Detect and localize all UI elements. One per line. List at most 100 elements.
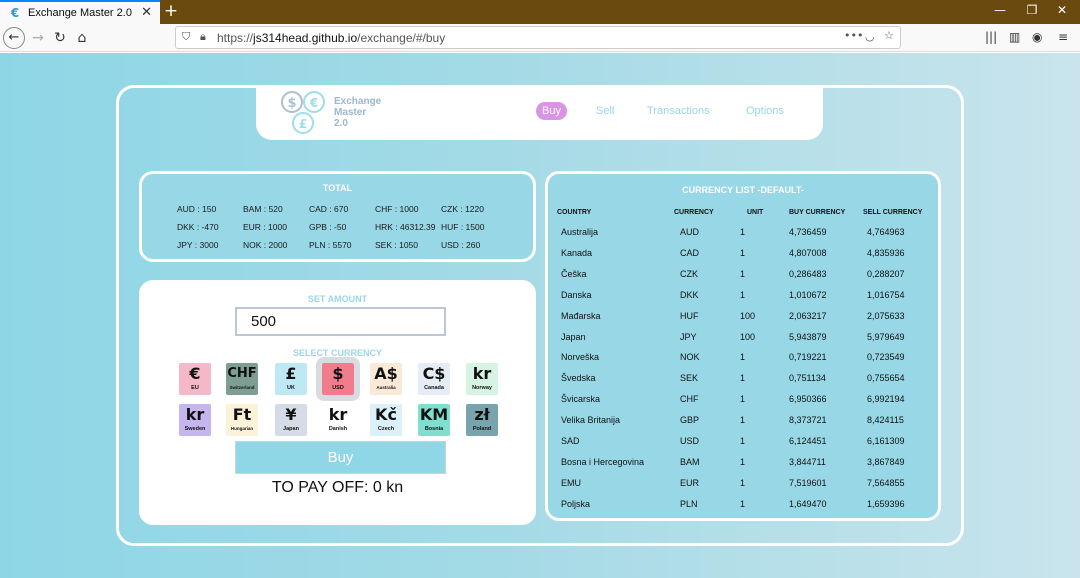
home-icon[interactable]: ⌂	[71, 27, 93, 49]
back-arrow-icon[interactable]: ←	[3, 27, 25, 49]
total-panel: TOTAL AUD : 150 BAM : 520 CAD : 670 CHF : 1…	[139, 171, 536, 262]
currency-option-switzerland[interactable]: CHF Switzerland	[226, 363, 258, 395]
library-icon[interactable]: |||	[985, 30, 997, 44]
table-cell: Poljska	[561, 498, 591, 509]
close-window-icon[interactable]: ✕	[1050, 3, 1074, 17]
sidebar-icon[interactable]: ▥	[1009, 30, 1020, 44]
table-cell: CAD	[680, 247, 700, 258]
menu-icon[interactable]: ≡	[1058, 30, 1068, 44]
table-cell: EUR	[680, 477, 700, 488]
nav-options[interactable]: Options	[746, 105, 784, 117]
currency-symbol: kr	[185, 405, 205, 424]
table-cell: 1	[740, 498, 746, 509]
table-cell: 8,424115	[867, 415, 904, 426]
table-cell: 6,161309	[867, 436, 905, 446]
currency-option-uk[interactable]: £ UK	[275, 363, 307, 395]
currency-name: Hungarian	[230, 426, 254, 431]
table-cell: Bosna i Hercegovina	[561, 456, 645, 467]
amount-input[interactable]: 500	[235, 307, 446, 336]
table-cell: 1	[740, 268, 746, 279]
currency-option-danish[interactable]: kr Danish	[322, 404, 354, 436]
table-cell: 0,286483	[789, 268, 827, 279]
total-balance-cell: HUF : 1500	[441, 222, 485, 232]
table-cell: Velika Britanija	[561, 415, 621, 426]
url-text[interactable]: https://js314head.github.io/exchange/#/b…	[217, 31, 445, 45]
table-cell: 6,124451	[789, 436, 827, 446]
table-cell: NOK	[680, 352, 700, 363]
currency-option-japan[interactable]: ¥ Japan	[275, 404, 307, 436]
currency-name: Sweden	[184, 426, 206, 432]
table-cell: USD	[680, 436, 700, 446]
buy-panel: SET AMOUNT 500 SELECT CURRENCY € EU CHF Swi…	[139, 280, 536, 525]
table-cell: 2,075633	[867, 310, 905, 321]
table-cell: 3,844711	[789, 456, 826, 467]
nav-buy[interactable]: Buy	[536, 102, 567, 120]
currency-option-australia[interactable]: A$ Australia	[370, 363, 402, 395]
table-cell: 1	[740, 436, 746, 446]
buy-button[interactable]: Buy	[235, 441, 446, 474]
bookmark-star-icon[interactable]: ☆	[884, 29, 894, 42]
total-balance-cell: CZK : 1220	[441, 204, 484, 214]
table-cell: Mađarska	[561, 310, 601, 321]
currency-option-czech[interactable]: Kč Czech	[370, 404, 402, 436]
currency-option-usd[interactable]: $ USD	[316, 357, 360, 401]
new-tab-icon[interactable]: +	[162, 1, 180, 21]
currency-name: EU	[191, 385, 199, 391]
table-cell: 0,755654	[867, 373, 905, 384]
url-bar[interactable]: ⛉ 🔒︎ https://js314head.github.io/exchang…	[175, 26, 901, 49]
table-cell: 4,835936	[867, 247, 905, 258]
table-cell: HUF	[680, 310, 699, 321]
total-balance-cell: NOK : 2000	[243, 240, 288, 250]
currency-option-norway[interactable]: kr Norway	[466, 363, 498, 395]
table-cell: 1	[740, 289, 746, 300]
svg-text:£: £	[299, 117, 307, 131]
currency-option-canada[interactable]: C$ Canada	[418, 363, 450, 395]
reload-icon[interactable]: ↻	[49, 27, 71, 49]
svg-text:$: $	[287, 96, 296, 111]
currency-symbol: C$	[422, 364, 446, 383]
table-cell: 4,736459	[789, 227, 827, 237]
minimize-icon[interactable]: —	[988, 3, 1012, 17]
currency-symbol: A$	[374, 364, 398, 383]
currency-option-poland[interactable]: zł Poland	[466, 404, 498, 436]
table-cell: 1	[740, 415, 746, 426]
currency-symbol: kr	[328, 405, 348, 424]
currency-option-eu[interactable]: € EU	[179, 363, 211, 395]
nav-transactions[interactable]: Transactions	[647, 105, 710, 117]
currency-name: Australia	[376, 385, 396, 390]
table-cell: 7,564855	[867, 477, 905, 488]
currency-name: USD	[332, 385, 344, 391]
table-cell: 1	[740, 394, 746, 405]
currency-option-sweden[interactable]: kr Sweden	[179, 404, 211, 436]
table-cell: EMU	[561, 477, 581, 488]
total-balance-cell: BAM : 520	[243, 204, 283, 214]
table-cell: 1	[740, 373, 746, 384]
currency-symbol: kr	[472, 364, 492, 383]
browser-tab[interactable]: € Exchange Master 2.0 ✕	[0, 0, 160, 24]
page-actions-icon[interactable]: •••	[844, 29, 863, 42]
currency-option-bosnia[interactable]: KM Bosnia	[418, 404, 450, 436]
svg-text:€: €	[309, 96, 318, 110]
total-balance-cell: SEK : 1050	[375, 240, 419, 250]
nav-sell[interactable]: Sell	[596, 105, 614, 117]
restore-icon[interactable]: ❐	[1020, 3, 1044, 17]
pocket-icon[interactable]: ◡	[865, 30, 875, 43]
table-cell: Danska	[561, 289, 592, 300]
logo-text: Exchange Master 2.0	[334, 96, 382, 129]
table-cell: 1	[740, 352, 746, 363]
forward-arrow-icon[interactable]: →	[27, 27, 49, 49]
currency-name: Poland	[472, 426, 492, 432]
table-cell: BAM	[680, 456, 700, 467]
app-header: $ € £ Exchange Master 2.0 Buy Sell Trans…	[256, 86, 823, 140]
table-cell: 1,659396	[867, 498, 905, 509]
table-cell: 1,649470	[789, 498, 827, 509]
table-cell: 0,719221	[789, 352, 827, 363]
close-tab-icon[interactable]: ✕	[141, 5, 152, 20]
shield-icon[interactable]: ⛉	[182, 30, 190, 44]
set-amount-label: SET AMOUNT	[307, 294, 368, 304]
table-cell: 6,992194	[867, 394, 905, 405]
account-icon[interactable]: ◉	[1032, 30, 1042, 44]
table-cell: CHF	[680, 394, 699, 405]
table-cell: 3,867849	[867, 456, 905, 467]
currency-option-hungarian[interactable]: Ft Hungarian	[226, 404, 258, 436]
